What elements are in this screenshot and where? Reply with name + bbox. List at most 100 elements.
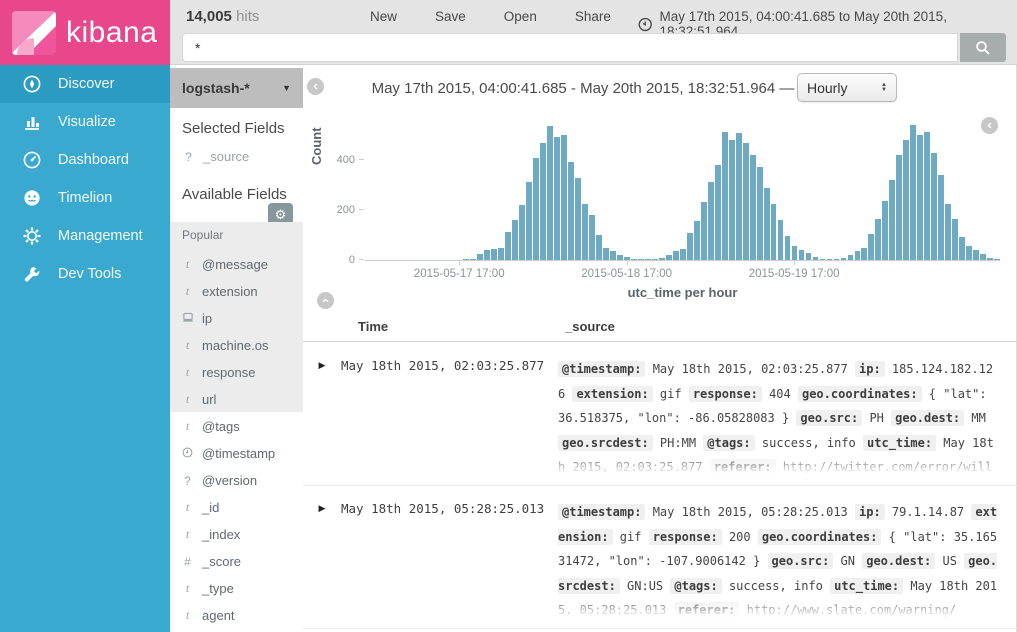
histogram-bar[interactable] [973, 250, 979, 260]
histogram-bar[interactable] [917, 135, 923, 260]
histogram-bar[interactable] [945, 204, 951, 260]
histogram-bar[interactable] [589, 215, 595, 260]
field-item-response[interactable]: tresponse [170, 359, 303, 386]
histogram-bar[interactable] [966, 246, 972, 260]
menu-share-button[interactable]: Share [575, 9, 611, 24]
histogram-bar[interactable] [491, 249, 497, 260]
sidebar-item-visualize[interactable]: Visualize [0, 103, 170, 141]
histogram-bar[interactable] [645, 259, 651, 260]
histogram-bar[interactable] [778, 220, 784, 260]
histogram-bar[interactable] [673, 251, 679, 260]
histogram-bar[interactable] [938, 175, 944, 260]
histogram-bar[interactable] [666, 255, 672, 260]
histogram-bar[interactable] [484, 250, 490, 260]
histogram-bar[interactable] [994, 259, 1000, 260]
field-item-source[interactable]: ? _source [182, 149, 249, 164]
histogram-bar[interactable] [959, 237, 965, 260]
histogram-bar[interactable] [533, 158, 539, 260]
histogram-bar[interactable] [771, 204, 777, 260]
histogram-bar[interactable] [596, 235, 602, 260]
histogram-bar[interactable] [526, 182, 532, 260]
histogram-bar[interactable] [610, 251, 616, 260]
histogram-bar[interactable] [875, 219, 881, 260]
histogram-bar[interactable] [799, 250, 805, 260]
histogram-bar[interactable] [554, 137, 560, 260]
field-item-machineos[interactable]: tmachine.os [170, 332, 303, 359]
histogram-bar[interactable] [855, 251, 861, 260]
histogram-bar[interactable] [631, 259, 637, 260]
histogram-bar[interactable] [561, 135, 567, 260]
histogram-bar[interactable] [512, 220, 518, 260]
sidebar-item-management[interactable]: Management [0, 217, 170, 255]
histogram-bar[interactable] [743, 143, 749, 260]
field-item-tags[interactable]: t@tags [170, 413, 303, 440]
sidebar-item-dashboard[interactable]: Dashboard [0, 141, 170, 179]
field-item-agent[interactable]: tagent [170, 602, 303, 629]
field-item-extension[interactable]: textension [170, 278, 303, 305]
search-button[interactable] [960, 33, 1006, 62]
histogram-bar[interactable] [736, 133, 742, 260]
field-item-timestamp[interactable]: @timestamp [170, 440, 303, 467]
column-header-time[interactable]: Time [358, 319, 388, 334]
sidebar-item-timelion[interactable]: Timelion [0, 179, 170, 217]
histogram-bar[interactable] [729, 140, 735, 260]
row-expand-toggle[interactable]: ▶ [303, 500, 341, 622]
histogram-bar[interactable] [889, 180, 895, 260]
histogram-bar[interactable] [603, 248, 609, 260]
histogram-bar[interactable] [617, 255, 623, 260]
histogram-bar[interactable] [806, 253, 812, 260]
collapse-histogram-button[interactable] [317, 292, 334, 309]
menu-open-button[interactable]: Open [504, 9, 537, 24]
histogram-bar[interactable] [861, 248, 867, 260]
histogram-bar[interactable] [477, 254, 483, 260]
menu-new-button[interactable]: New [370, 9, 397, 24]
histogram-bar[interactable] [638, 259, 644, 260]
field-item-type[interactable]: t_type [170, 575, 303, 602]
histogram-bar[interactable] [813, 257, 819, 260]
histogram-bar[interactable] [547, 126, 553, 260]
field-item-url[interactable]: turl [170, 386, 303, 413]
histogram-bar[interactable] [694, 221, 700, 260]
histogram-bar[interactable] [952, 219, 958, 260]
histogram-bar[interactable] [757, 167, 763, 260]
field-item-id[interactable]: t_id [170, 494, 303, 521]
histogram-bar[interactable] [498, 248, 504, 260]
column-header-source[interactable]: _source [565, 319, 615, 334]
histogram-bar[interactable] [575, 178, 581, 260]
histogram-bar[interactable] [785, 236, 791, 260]
histogram-bar[interactable] [540, 143, 546, 260]
histogram-bar[interactable] [659, 258, 665, 260]
histogram-bar[interactable] [848, 255, 854, 260]
histogram-bar[interactable] [931, 153, 937, 260]
histogram-bar[interactable] [827, 259, 833, 260]
histogram-bar[interactable] [980, 254, 986, 260]
histogram-bar[interactable] [987, 258, 993, 260]
histogram-bar[interactable] [764, 188, 770, 260]
menu-save-button[interactable]: Save [435, 9, 466, 24]
histogram-bar[interactable] [910, 125, 916, 260]
histogram-bar[interactable] [505, 232, 511, 260]
histogram-bar[interactable] [680, 249, 686, 260]
histogram-bar[interactable] [687, 233, 693, 260]
histogram-bar[interactable] [701, 202, 707, 260]
histogram-bar[interactable] [519, 205, 525, 260]
sidebar-item-dev-tools[interactable]: Dev Tools [0, 255, 170, 293]
field-item-message[interactable]: t@message [170, 251, 303, 278]
histogram-bar[interactable] [715, 165, 721, 260]
search-input[interactable] [182, 33, 958, 62]
histogram-bar[interactable] [924, 132, 930, 260]
interval-select[interactable]: Hourly ▲▼ [797, 73, 897, 102]
histogram-bar[interactable] [792, 246, 798, 260]
field-item-version[interactable]: ?@version [170, 467, 303, 494]
histogram-bar[interactable] [708, 182, 714, 260]
sidebar-item-discover[interactable]: Discover [0, 65, 170, 103]
histogram-bar[interactable] [834, 259, 840, 260]
histogram-bar[interactable] [868, 234, 874, 260]
row-expand-toggle[interactable]: ▶ [303, 357, 341, 479]
field-item-score[interactable]: #_score [170, 548, 303, 575]
index-pattern-selector[interactable]: logstash-* ▼ [170, 68, 303, 108]
histogram-bar[interactable] [582, 204, 588, 260]
histogram-bar[interactable] [896, 155, 902, 260]
histogram-bar[interactable] [820, 259, 826, 260]
field-item-index[interactable]: t_index [170, 521, 303, 548]
